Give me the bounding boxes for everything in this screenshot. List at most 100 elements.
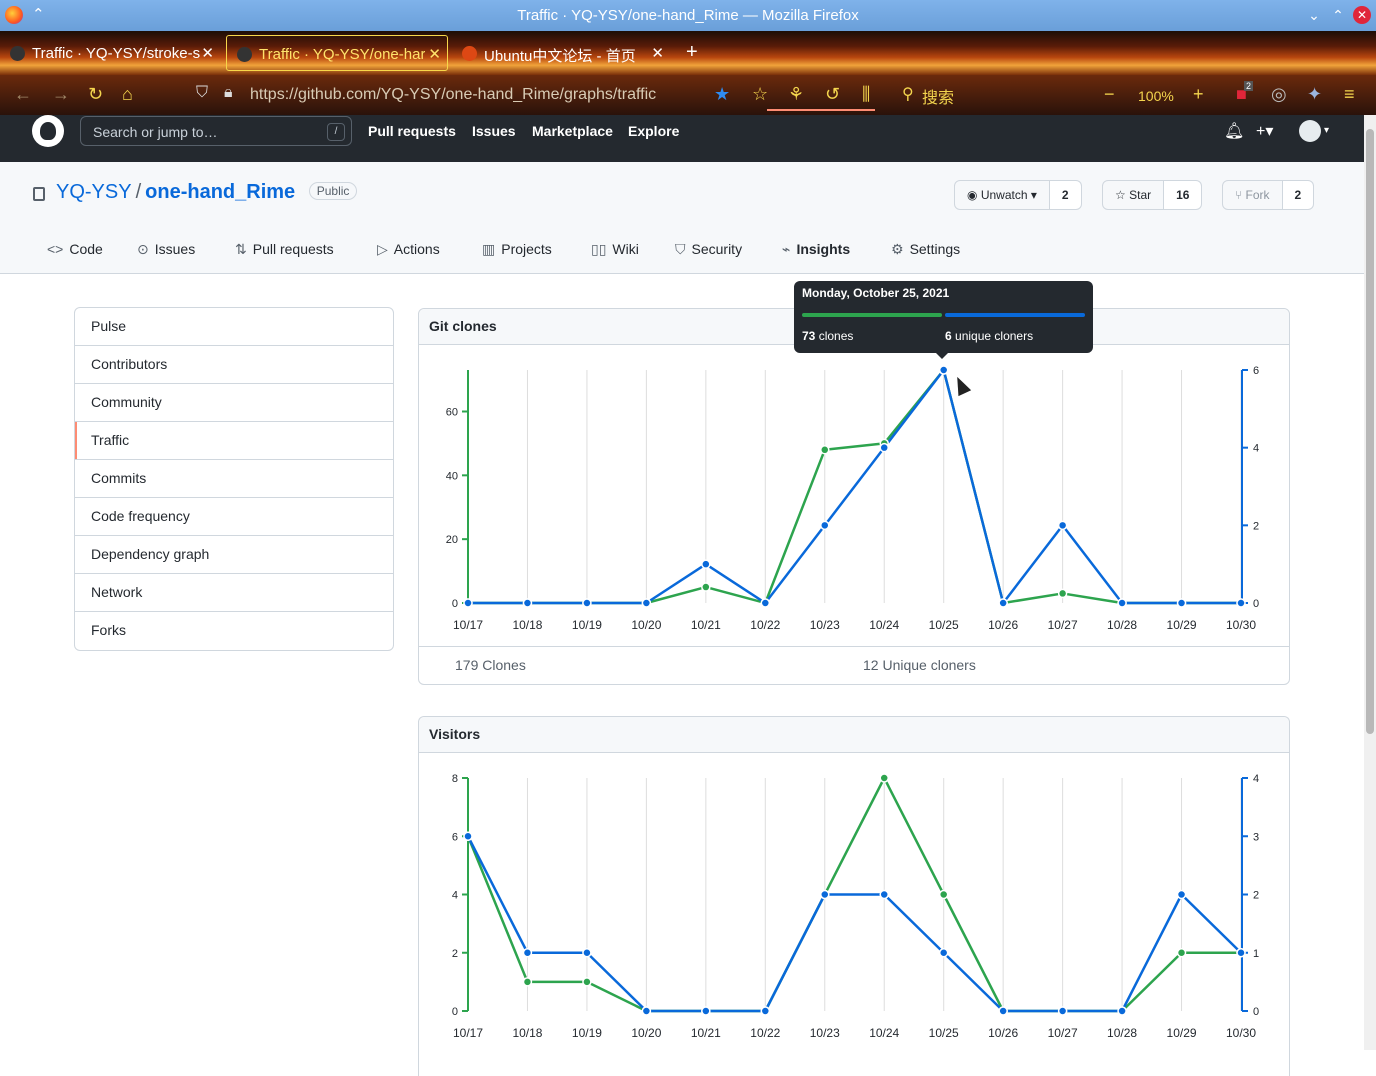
data-point[interactable] (701, 1006, 711, 1016)
data-point[interactable] (582, 948, 592, 958)
data-point[interactable] (701, 559, 711, 569)
reload-icon[interactable]: ↻ (88, 84, 103, 105)
data-point[interactable] (582, 598, 592, 608)
extension-3-icon[interactable]: ✦ (1307, 84, 1322, 105)
data-point[interactable] (463, 598, 473, 608)
avatar-dropdown-chevron-icon[interactable]: ▾ (1324, 125, 1329, 136)
search-input[interactable]: Search or jump to… / (80, 116, 352, 146)
sidebar-item-traffic[interactable]: Traffic (75, 422, 393, 460)
data-point[interactable] (1176, 598, 1187, 608)
data-point[interactable] (522, 977, 533, 987)
tab-actions[interactable]: ▷ Actions (377, 241, 440, 258)
fork-count[interactable]: 2 (1282, 180, 1315, 210)
data-point[interactable] (1057, 520, 1068, 531)
data-point[interactable] (820, 889, 830, 900)
data-point[interactable] (1057, 588, 1068, 599)
sidebar-item-contributors[interactable]: Contributors (75, 346, 393, 384)
create-new-plus-icon[interactable]: +▾ (1256, 121, 1273, 141)
tracking-icon[interactable]: ◎ (1271, 84, 1287, 105)
scrollbar-thumb[interactable] (1366, 129, 1374, 734)
zoom-in-icon[interactable]: + (1193, 84, 1204, 105)
data-point[interactable] (820, 520, 830, 531)
repo-name-link[interactable]: one-hand_Rime (145, 181, 295, 203)
user-avatar[interactable] (1299, 120, 1321, 142)
data-point[interactable] (820, 445, 830, 455)
data-point[interactable] (1176, 948, 1187, 958)
tab-wiki[interactable]: ▯▯ Wiki (591, 241, 639, 258)
tab-security[interactable]: ⛉ Security (675, 241, 742, 258)
back-icon[interactable]: ← (14, 84, 32, 105)
data-point[interactable] (879, 889, 889, 900)
browser-tab-stroke[interactable]: Traffic · YQ-YSY/stroke-s ✕ (0, 35, 220, 71)
data-point[interactable] (641, 598, 652, 608)
sidebar-item-dependency-graph[interactable]: Dependency graph (75, 536, 393, 574)
tab-issues[interactable]: ⊙ Issues (137, 241, 195, 258)
bookmark-star-icon[interactable]: ★ (714, 84, 730, 105)
search-label[interactable]: 搜索 (922, 84, 954, 108)
zoom-level[interactable]: 100% (1138, 88, 1174, 104)
data-point[interactable] (938, 948, 949, 958)
data-point[interactable] (998, 598, 1008, 608)
tab-close-icon[interactable]: ✕ (428, 45, 441, 63)
extension-1-icon[interactable]: ☆ (752, 84, 768, 105)
data-point[interactable] (879, 442, 889, 453)
tab-settings[interactable]: ⚙ Settings (891, 241, 960, 258)
sidebar-item-forks[interactable]: Forks (75, 612, 393, 650)
data-point[interactable] (1117, 598, 1127, 608)
github-logo-icon[interactable] (32, 115, 64, 147)
visitors-chart[interactable]: 10/17 10/18 10/19 10/20 10/21 10/22 10/23 10/24… (419, 753, 1289, 1053)
tab-close-icon[interactable]: ✕ (651, 44, 664, 62)
tab-close-icon[interactable]: ✕ (201, 44, 214, 62)
sidebar-item-community[interactable]: Community (75, 384, 393, 422)
nav-issues[interactable]: Issues (472, 123, 516, 139)
zoom-out-icon[interactable]: − (1104, 84, 1115, 105)
data-point[interactable] (522, 598, 533, 608)
extension-2-icon[interactable]: ⚘ (788, 84, 804, 105)
home-icon[interactable]: ⌂ (122, 84, 133, 105)
data-point[interactable] (701, 582, 711, 592)
nav-pull-requests[interactable]: Pull requests (368, 123, 456, 139)
forward-icon[interactable]: → (52, 84, 70, 105)
data-point[interactable] (1236, 948, 1246, 958)
data-point[interactable] (760, 598, 771, 608)
library-icon[interactable]: ⫼ (862, 84, 870, 105)
maximize-icon[interactable]: ⌃ (1329, 6, 1347, 24)
star-button[interactable]: ☆ Star (1102, 180, 1165, 210)
data-point[interactable] (1057, 1006, 1068, 1016)
browser-tab-one-hand[interactable]: Traffic · YQ-YSY/one-har ✕ (226, 35, 448, 71)
data-point[interactable] (1117, 1006, 1127, 1016)
unwatch-button[interactable]: ◉ Unwatch ▾ (954, 180, 1050, 210)
url-text[interactable]: https://github.com/YQ-YSY/one-hand_Rime/… (250, 86, 656, 104)
data-point[interactable] (463, 831, 473, 841)
hamburger-menu-icon[interactable]: ≡ (1344, 84, 1355, 105)
lock-icon[interactable]: 🔒︎ (224, 84, 233, 102)
tab-insights[interactable]: ⌁ Insights (782, 241, 850, 258)
page-scrollbar[interactable] (1364, 115, 1376, 1050)
data-point[interactable] (522, 948, 533, 958)
data-point[interactable] (938, 365, 949, 375)
shield-icon[interactable]: ⛉ (196, 84, 208, 102)
watch-count[interactable]: 2 (1049, 180, 1082, 210)
close-window-icon[interactable]: ✕ (1353, 6, 1371, 24)
data-point[interactable] (998, 1006, 1008, 1016)
data-point[interactable] (879, 773, 889, 783)
history-icon[interactable]: ↺ (825, 84, 840, 105)
tab-code[interactable]: <> Code (47, 241, 103, 257)
repo-owner-link[interactable]: YQ-YSY (56, 181, 132, 203)
tab-pull-requests[interactable]: ⇅ Pull requests (235, 241, 334, 258)
data-point[interactable] (938, 889, 949, 900)
data-point[interactable] (582, 977, 592, 987)
sidebar-item-code-frequency[interactable]: Code frequency (75, 498, 393, 536)
minimize-icon[interactable]: ⌄ (1305, 6, 1323, 24)
data-point[interactable] (641, 1006, 652, 1016)
notifications-bell-icon[interactable]: 🔔︎ (1224, 121, 1244, 141)
git-clones-chart[interactable]: 10/17 10/18 10/19 10/20 10/21 10/22 10/23 10/24… (419, 345, 1289, 645)
new-tab-icon[interactable]: + (686, 41, 698, 64)
search-engine-icon[interactable]: ⚲ (902, 84, 914, 104)
nav-marketplace[interactable]: Marketplace (532, 123, 613, 139)
star-count[interactable]: 16 (1164, 180, 1203, 210)
tab-projects[interactable]: ▥ Projects (482, 241, 552, 258)
nav-explore[interactable]: Explore (628, 123, 679, 139)
fork-button[interactable]: ⑂ Fork (1222, 180, 1283, 210)
sidebar-item-pulse[interactable]: Pulse (75, 308, 393, 346)
